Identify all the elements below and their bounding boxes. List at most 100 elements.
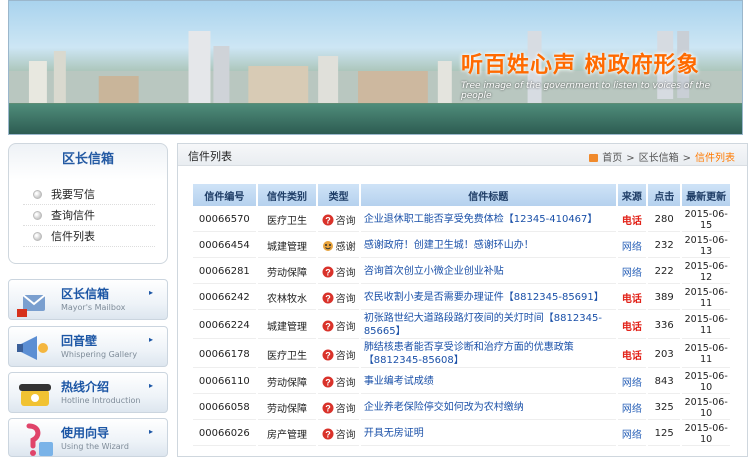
megaphone-icon <box>17 336 48 360</box>
cell-category: 房产管理 <box>257 422 317 446</box>
table-row[interactable]: 00066110 劳动保障? 咨询 事业编考试成绩 网络 843 2015-06-10 <box>193 370 730 394</box>
cell-source: 网络 <box>617 370 647 394</box>
cell-id: 00066281 <box>193 260 256 284</box>
cell-source: 电话 <box>617 208 647 232</box>
card-whispering-gallery[interactable]: 回音壁 Whispering Gallery ▸ <box>8 326 168 367</box>
cell-category: 农林牧水 <box>257 286 317 310</box>
table-row[interactable]: 00066058 劳动保障? 咨询 企业养老保险停交如何改为农村缴纳 网络 325 2015… <box>193 396 730 420</box>
home-icon <box>589 154 599 162</box>
breadcrumb: 首页 > 区长信箱 > 信件列表 <box>589 149 735 164</box>
cell-type: 感谢 <box>318 234 359 258</box>
letter-table: 信件编号 信件类别 类型 信件标题 来源 点击 最新更新 00066570 医疗卫… <box>191 182 732 448</box>
cell-category: 医疗卫生 <box>257 341 317 368</box>
cell-type: ? 咨询 <box>318 341 359 368</box>
svg-text:?: ? <box>325 378 331 388</box>
question-icon: ? <box>322 214 334 226</box>
table-row[interactable]: 00066281 劳动保障? 咨询 咨询首次创立小微企业创业补贴 网络 222 2015-0… <box>193 260 730 284</box>
cell-subject-link[interactable]: 感谢政府！创建卫生城！感谢环山办！ <box>360 234 616 258</box>
cell-id: 00066058 <box>193 396 256 420</box>
cell-date: 2015-06-11 <box>682 341 730 368</box>
card-hotline-intro[interactable]: 热线介绍 Hotline Introduction ▸ <box>8 372 168 413</box>
cell-id: 00066224 <box>193 312 256 339</box>
cell-subject-link[interactable]: 初张路世纪大道路段路灯夜间的关灯时间【8812345-85665】 <box>360 312 616 339</box>
cell-clicks: 389 <box>648 286 681 310</box>
table-row[interactable]: 00066570 医疗卫生? 咨询 企业退休职工能否享受免费体检【12345-4104… <box>193 208 730 232</box>
col-header-category: 信件类别 <box>257 184 317 206</box>
cell-type: ? 咨询 <box>318 422 359 446</box>
col-header-date: 最新更新 <box>682 184 730 206</box>
sidebar-item-write-letter[interactable]: 我要写信 <box>23 184 155 205</box>
question-icon: ? <box>322 320 334 331</box>
arrow-right-icon: ▸ <box>148 381 153 390</box>
cell-subject-link[interactable]: 企业退休职工能否享受免费体检【12345-410467】 <box>360 208 616 232</box>
question-icon: ? <box>322 292 334 304</box>
cell-date: 2015-06-15 <box>682 208 730 232</box>
question-icon: ? <box>322 428 334 440</box>
question-icon: ? <box>322 402 334 414</box>
cell-subject-link[interactable]: 开具无房证明 <box>360 422 616 446</box>
cell-subject-link[interactable]: 肺结核患者能否享受诊断和治疗方面的优惠政策【8812345-85608】 <box>360 341 616 368</box>
svg-text:?: ? <box>325 216 331 226</box>
cell-subject-link[interactable]: 企业养老保险停交如何改为农村缴纳 <box>360 396 616 420</box>
question-icon: ? <box>322 266 334 278</box>
panel-header: 信件列表 首页 > 区长信箱 > 信件列表 <box>178 144 747 166</box>
cell-id: 00066242 <box>193 286 256 310</box>
cell-source: 网络 <box>617 422 647 446</box>
col-header-subject: 信件标题 <box>360 184 616 206</box>
cell-clicks: 336 <box>648 312 681 339</box>
cell-category: 劳动保障 <box>257 396 317 420</box>
table-row[interactable]: 00066224 城建管理? 咨询 初张路世纪大道路段路灯夜间的关灯时间【881234… <box>193 312 730 339</box>
cell-source: 网络 <box>617 234 647 258</box>
banner-slogan: 听百姓心声 树政府形象 <box>461 52 700 78</box>
cell-subject-link[interactable]: 农民收割小麦是否需要办理证件【8812345-85691】 <box>360 286 616 310</box>
cell-type: ? 咨询 <box>318 286 359 310</box>
thanks-icon <box>322 241 333 251</box>
cell-date: 2015-06-10 <box>682 396 730 420</box>
cell-category: 医疗卫生 <box>257 208 317 232</box>
bullet-icon <box>33 232 42 241</box>
cell-type: ? 咨询 <box>318 208 359 232</box>
cell-source: 网络 <box>617 260 647 284</box>
table-row[interactable]: 00066178 医疗卫生? 咨询 肺结核患者能否享受诊断和治疗方面的优惠政策【881… <box>193 341 730 368</box>
cell-source: 电话 <box>617 286 647 310</box>
sidebar-mailbox-menu: 区长信箱 我要写信 查询信件 信件列表 <box>8 143 168 264</box>
cell-subject-link[interactable]: 咨询首次创立小微企业创业补贴 <box>360 260 616 284</box>
table-row[interactable]: 00066026 房产管理? 咨询 开具无房证明 网络 125 2015-06-10 <box>193 422 730 446</box>
breadcrumb-current: 信件列表 <box>695 153 735 164</box>
svg-text:?: ? <box>325 404 331 414</box>
col-header-clicks: 点击 <box>648 184 681 206</box>
table-row[interactable]: 00066242 农林牧水? 咨询 农民收割小麦是否需要办理证件【8812345-85… <box>193 286 730 310</box>
sidebar-item-letter-list[interactable]: 信件列表 <box>23 226 155 247</box>
card-mayor-mailbox[interactable]: 区长信箱 Mayor's Mailbox ▸ <box>8 279 168 320</box>
cell-source: 电话 <box>617 341 647 368</box>
phone-icon <box>19 384 51 406</box>
col-header-type: 类型 <box>318 184 359 206</box>
cell-type: ? 咨询 <box>318 312 359 339</box>
breadcrumb-home[interactable]: 首页 <box>602 153 622 164</box>
cell-id: 00066454 <box>193 234 256 258</box>
sidebar-menu-list: 我要写信 查询信件 信件列表 <box>9 176 167 247</box>
sidebar-item-query-letter[interactable]: 查询信件 <box>23 205 155 226</box>
cell-clicks: 232 <box>648 234 681 258</box>
mailbox-icon <box>17 294 46 317</box>
card-using-wizard[interactable]: 使用向导 Using the Wizard ▸ <box>8 418 168 457</box>
letter-list-panel: 信件列表 首页 > 区长信箱 > 信件列表 信件编号 信件类别 类型 信件标题 来源 点… <box>177 143 748 457</box>
col-header-source: 来源 <box>617 184 647 206</box>
banner-slogan-en: Tree image of the government to listen t… <box>461 81 711 101</box>
table-row[interactable]: 00066454 城建管理 感谢 感谢政府！创建卫生城！感谢环山办！ 网络 232 2015… <box>193 234 730 258</box>
cell-category: 城建管理 <box>257 234 317 258</box>
svg-text:?: ? <box>325 321 331 331</box>
bullet-icon <box>33 190 42 199</box>
panel-title: 信件列表 <box>188 150 232 163</box>
cell-date: 2015-06-12 <box>682 260 730 284</box>
svg-text:?: ? <box>325 294 331 304</box>
cell-subject-link[interactable]: 事业编考试成绩 <box>360 370 616 394</box>
cell-source: 电话 <box>617 312 647 339</box>
arrow-right-icon: ▸ <box>148 335 153 344</box>
breadcrumb-section[interactable]: 区长信箱 <box>639 153 679 164</box>
cell-category: 城建管理 <box>257 312 317 339</box>
cell-id: 00066026 <box>193 422 256 446</box>
cell-date: 2015-06-10 <box>682 422 730 446</box>
table-header-row: 信件编号 信件类别 类型 信件标题 来源 点击 最新更新 <box>193 184 730 206</box>
cell-clicks: 325 <box>648 396 681 420</box>
